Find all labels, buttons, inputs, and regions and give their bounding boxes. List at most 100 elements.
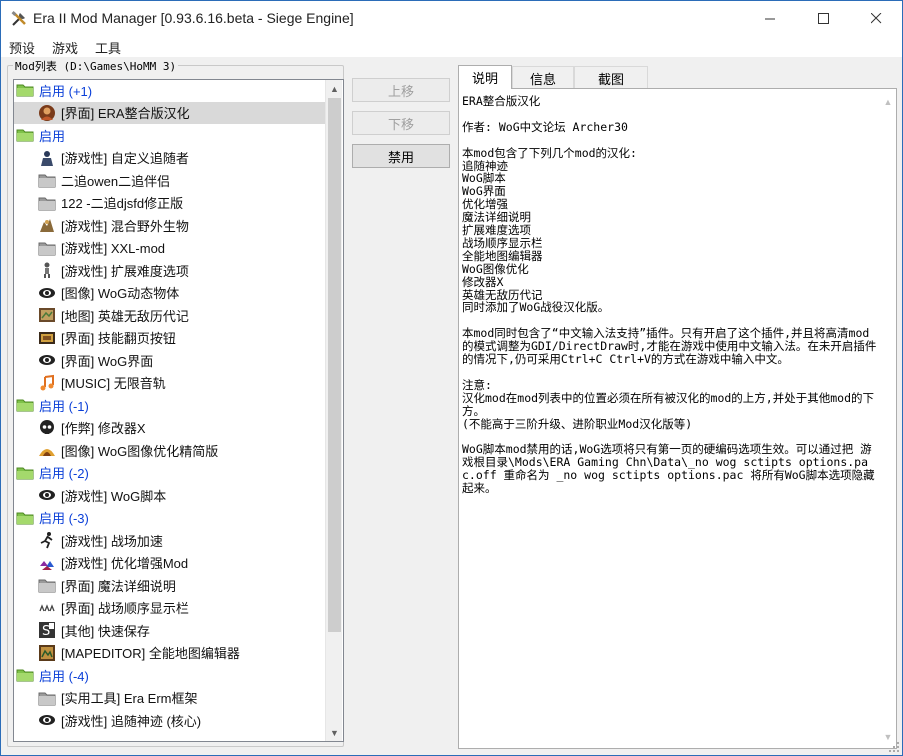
tree-mod-label: [图像] WoG动态物体 bbox=[61, 286, 180, 301]
tree-mod-item[interactable]: [界面] 战场顺序显示栏 bbox=[14, 597, 326, 619]
close-icon bbox=[870, 12, 881, 23]
tab-info[interactable]: 信息 bbox=[512, 66, 574, 89]
editor-icon bbox=[38, 644, 56, 662]
tree-mod-item[interactable]: [游戏性] 战场加速 bbox=[14, 529, 326, 551]
description-line: 作者: WoG中文论坛 Archer30 bbox=[462, 119, 628, 134]
tree-group[interactable]: 启用 (-4) bbox=[14, 664, 326, 686]
hero-icon bbox=[38, 149, 56, 167]
tree-mod-label: [游戏性] 优化增强Mod bbox=[61, 556, 189, 571]
folder-icon bbox=[16, 83, 39, 97]
button-icon bbox=[38, 329, 56, 347]
title-bar[interactable]: Era II Mod Manager [0.93.6.16.beta - Sie… bbox=[1, 1, 902, 35]
menu-tools[interactable]: 工具 bbox=[95, 38, 121, 57]
tree-mod-item[interactable]: [MUSIC] 无限音轨 bbox=[14, 372, 326, 394]
tree-group[interactable]: 启用 bbox=[14, 124, 326, 146]
tools-icon bbox=[11, 11, 26, 26]
minimize-button[interactable] bbox=[747, 1, 793, 35]
tree-group-label: 启用 (-1) bbox=[39, 398, 89, 414]
description-line: 追随神迹 bbox=[462, 158, 508, 173]
description-line: WoG脚本 bbox=[462, 171, 506, 186]
menu-game[interactable]: 游戏 bbox=[52, 38, 78, 57]
tree-mod-item[interactable]: [界面] 技能翻页按钮 bbox=[14, 327, 326, 349]
tree-mod-label: 二追owen二追伴侣 bbox=[61, 173, 171, 189]
tree-mod-item[interactable]: [游戏性] 混合野外生物 bbox=[14, 214, 326, 236]
tree-mod-item[interactable]: [游戏性] WoG脚本 bbox=[14, 484, 326, 506]
order-icon bbox=[38, 599, 56, 617]
gems-icon bbox=[38, 554, 56, 572]
tree-mod-label: [游戏性] XXL-mod bbox=[61, 241, 166, 256]
tree-mod-item[interactable]: [游戏性] 优化增强Mod bbox=[14, 552, 326, 574]
window-title: Era II Mod Manager [0.93.6.16.beta - Sie… bbox=[33, 10, 354, 26]
tree-mod-item[interactable]: [图像] WoG动态物体 bbox=[14, 282, 326, 304]
wog-eye-icon bbox=[38, 284, 56, 302]
move-up-button[interactable]: 上移 bbox=[352, 78, 450, 102]
map-icon bbox=[38, 306, 56, 324]
mod-tree-scrollbar[interactable]: ▲ ▼ bbox=[325, 80, 342, 741]
close-button[interactable] bbox=[853, 1, 899, 35]
description-line: 本mod同时包含了“中文输入法支持”插件。只有开启了这个插件,并且将高清mod的… bbox=[462, 326, 877, 367]
tree-mod-item[interactable]: [界面] 魔法详细说明 bbox=[14, 574, 326, 596]
tree-mod-item[interactable]: [作弊] 修改器X bbox=[14, 417, 326, 439]
maximize-button[interactable] bbox=[800, 1, 846, 35]
tree-mod-label: [界面] WoG界面 bbox=[61, 353, 154, 369]
tree-mod-item[interactable]: [游戏性] 自定义追随者 bbox=[14, 147, 326, 169]
tree-mod-item[interactable]: 二追owen二追伴侣 bbox=[14, 169, 326, 191]
tree-mod-label: [游戏性] 战场加速 bbox=[61, 533, 163, 549]
description-line: 同时添加了WoG战役汉化版。 bbox=[462, 300, 610, 315]
scroll-up-arrow-icon[interactable]: ▲ bbox=[326, 80, 343, 97]
resize-grip-icon[interactable] bbox=[889, 742, 899, 752]
description-text[interactable]: ERA整合版汉化 作者: WoG中文论坛 Archer30 本mod包含了下列几个m… bbox=[462, 95, 878, 745]
scroll-up-arrow-icon[interactable]: ▲ bbox=[880, 93, 896, 110]
tree-group[interactable]: 启用 (-3) bbox=[14, 507, 326, 529]
description-line: ERA整合版汉化 bbox=[462, 95, 541, 108]
blank-folder-icon bbox=[38, 576, 56, 594]
blank-folder-icon bbox=[38, 239, 56, 257]
minimize-icon bbox=[764, 18, 775, 19]
description-line bbox=[462, 366, 878, 379]
description-line: WoG图像优化 bbox=[462, 261, 529, 276]
tree-mod-label: [界面] 技能翻页按钮 bbox=[61, 331, 176, 346]
tree-mod-item[interactable]: [游戏性] XXL-mod bbox=[14, 237, 326, 259]
tree-group[interactable]: 启用 (+1) bbox=[14, 80, 326, 101]
tree-group[interactable]: 启用 (-1) bbox=[14, 394, 326, 416]
save-icon: S bbox=[38, 621, 56, 639]
menu-presets[interactable]: 预设 bbox=[9, 38, 35, 57]
tree-mod-item[interactable]: [地图] 英雄无敌历代记 bbox=[14, 304, 326, 326]
tree-mod-item[interactable]: [游戏性] 追随神迹 (核心) bbox=[14, 709, 326, 731]
tree-mod-item[interactable]: 游戏性 bbox=[14, 732, 326, 742]
menu-bar: 预设 游戏 工具 bbox=[1, 35, 902, 57]
flag-icon bbox=[38, 734, 56, 742]
portrait-icon bbox=[38, 104, 56, 122]
creature-icon bbox=[38, 216, 56, 234]
description-scrollbar[interactable]: ▲ ▼ bbox=[880, 90, 896, 747]
tab-screenshots[interactable]: 截图 bbox=[574, 66, 648, 89]
tree-mod-item[interactable]: [界面] ERA整合版汉化 bbox=[14, 101, 326, 124]
tree-mod-label: [MAPEDITOR] 全能地图编辑器 bbox=[61, 646, 240, 661]
folder-icon bbox=[16, 511, 39, 525]
scroll-thumb[interactable] bbox=[328, 98, 341, 632]
maximize-icon bbox=[817, 12, 829, 24]
tab-description[interactable]: 说明 bbox=[458, 65, 512, 89]
tree-mod-label: 122 -二追djsfd修正版 bbox=[61, 196, 184, 211]
blank-folder-icon bbox=[38, 689, 56, 707]
folder-icon bbox=[16, 398, 39, 412]
tree-mod-item[interactable]: 122 -二追djsfd修正版 bbox=[14, 192, 326, 214]
mod-tree[interactable]: 启用 (+1) [界面] ERA整合版汉化 启用 [游戏性] 自定义追随者二追owen… bbox=[13, 79, 344, 742]
tree-mod-item[interactable]: [界面] WoG界面 bbox=[14, 349, 326, 371]
music-icon bbox=[38, 374, 56, 392]
runner-icon bbox=[38, 531, 56, 549]
blank-folder-icon bbox=[38, 194, 56, 212]
tree-mod-item[interactable]: [图像] WoG图像优化精简版 bbox=[14, 439, 326, 461]
move-down-button[interactable]: 下移 bbox=[352, 111, 450, 135]
tree-mod-item[interactable]: S [其他] 快速保存 bbox=[14, 619, 326, 641]
tree-mod-item[interactable]: [实用工具] Era Erm框架 bbox=[14, 687, 326, 709]
description-line bbox=[462, 134, 878, 147]
scroll-down-arrow-icon[interactable]: ▼ bbox=[326, 724, 343, 741]
wog-eye-icon bbox=[38, 486, 56, 504]
tree-group-label: 启用 (-3) bbox=[39, 511, 89, 526]
tree-group[interactable]: 启用 (-2) bbox=[14, 462, 326, 484]
tree-mod-item[interactable]: [游戏性] 扩展难度选项 bbox=[14, 259, 326, 281]
tree-mod-item[interactable]: [MAPEDITOR] 全能地图编辑器 bbox=[14, 642, 326, 664]
disable-button[interactable]: 禁用 bbox=[352, 144, 450, 168]
tree-mod-label: [游戏性] 混合野外生物 bbox=[61, 218, 189, 234]
